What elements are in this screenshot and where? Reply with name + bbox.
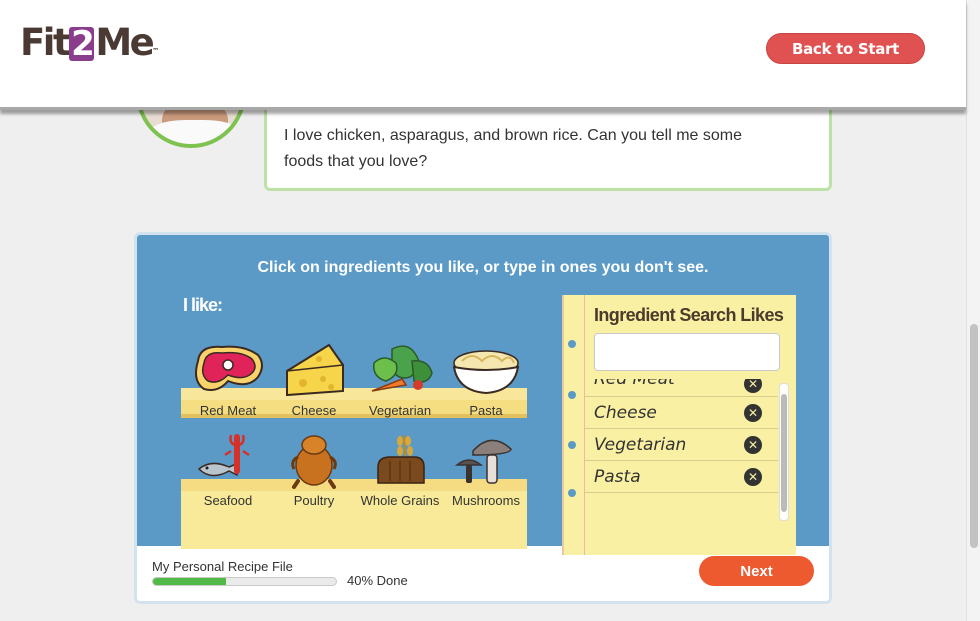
food-label: Poultry bbox=[293, 493, 335, 508]
red-meat-icon bbox=[185, 339, 271, 399]
list-item: Red Meat ✕ bbox=[584, 379, 778, 397]
food-label: Seafood bbox=[203, 493, 253, 508]
list-scrollbar-thumb[interactable] bbox=[781, 394, 787, 512]
food-mushrooms[interactable]: Mushrooms bbox=[443, 429, 529, 508]
ingredient-search-notepad: Ingredient Search Likes Red Meat ✕ Chees… bbox=[562, 295, 796, 555]
whole-grains-icon bbox=[357, 429, 443, 489]
list-item: Pasta ✕ bbox=[584, 461, 778, 493]
food-red-meat[interactable]: Red Meat bbox=[185, 339, 271, 418]
recipe-file-label: My Personal Recipe File bbox=[152, 559, 293, 574]
ingredient-search-input[interactable] bbox=[594, 333, 780, 371]
notepad-hole bbox=[568, 340, 576, 348]
food-cheese[interactable]: Cheese bbox=[271, 339, 357, 418]
back-to-start-button[interactable]: Back to Start bbox=[766, 33, 925, 64]
food-poultry[interactable]: Poultry bbox=[271, 429, 357, 508]
list-item-empty bbox=[584, 493, 778, 519]
list-item: Cheese ✕ bbox=[584, 397, 778, 429]
fit2me-logo[interactable]: Fit2Me™ bbox=[20, 24, 159, 61]
notepad-title: Ingredient Search Likes bbox=[594, 305, 784, 325]
food-vegetarian[interactable]: Vegetarian bbox=[357, 339, 443, 418]
bubble-line-2: foods that you love? bbox=[284, 153, 428, 170]
page-scrollbar-thumb[interactable] bbox=[970, 324, 978, 548]
notepad-hole bbox=[568, 489, 576, 497]
progress-fill bbox=[153, 578, 227, 585]
next-button[interactable]: Next bbox=[699, 556, 814, 586]
page-scrollbar[interactable] bbox=[966, 0, 980, 621]
liked-ingredients-list: Red Meat ✕ Cheese ✕ Vegetarian ✕ Pasta ✕ bbox=[584, 379, 778, 519]
list-item-label: Vegetarian bbox=[594, 434, 687, 455]
food-label: Whole Grains bbox=[360, 493, 440, 508]
progress-percent: 40% Done bbox=[347, 573, 408, 588]
remove-circle-icon[interactable]: ✕ bbox=[744, 436, 762, 454]
notepad-hole bbox=[568, 441, 576, 449]
food-pasta[interactable]: Pasta bbox=[443, 339, 529, 418]
mushrooms-icon bbox=[443, 429, 529, 489]
list-item-label: Red Meat bbox=[594, 379, 675, 389]
cheese-icon bbox=[271, 339, 357, 399]
poultry-icon bbox=[271, 429, 357, 489]
progress-bar bbox=[152, 577, 337, 586]
bubble-line-1: I love chicken, asparagus, and brown ric… bbox=[284, 127, 743, 144]
notepad-hole bbox=[568, 391, 576, 399]
seafood-icon bbox=[185, 429, 271, 489]
vegetarian-icon bbox=[357, 339, 443, 399]
food-whole-grains[interactable]: Whole Grains bbox=[357, 429, 443, 508]
top-header: Fit2Me™ Back to Start bbox=[0, 0, 966, 110]
avatar-shirt bbox=[150, 120, 240, 144]
remove-circle-icon[interactable]: ✕ bbox=[744, 468, 762, 486]
food-label: Mushrooms bbox=[452, 493, 520, 508]
remove-circle-icon[interactable]: ✕ bbox=[744, 404, 762, 422]
remove-circle-icon[interactable]: ✕ bbox=[744, 379, 762, 393]
food-seafood[interactable]: Seafood bbox=[185, 429, 271, 508]
pasta-icon bbox=[443, 339, 529, 399]
activity-board: Click on ingredients you like, or type i… bbox=[137, 235, 829, 555]
food-label: Vegetarian bbox=[368, 403, 432, 418]
food-label: Pasta bbox=[469, 403, 503, 418]
ingredient-activity-panel: Click on ingredients you like, or type i… bbox=[134, 232, 832, 604]
activity-instruction: Click on ingredients you like, or type i… bbox=[257, 259, 709, 276]
list-scrollbar[interactable] bbox=[779, 383, 789, 521]
list-item-label: Cheese bbox=[594, 402, 657, 423]
food-label: Red Meat bbox=[199, 403, 257, 418]
food-label: Cheese bbox=[291, 403, 337, 418]
list-item: Vegetarian ✕ bbox=[584, 429, 778, 461]
i-like-heading: I like: bbox=[183, 295, 223, 315]
list-item-label: Pasta bbox=[594, 466, 641, 487]
